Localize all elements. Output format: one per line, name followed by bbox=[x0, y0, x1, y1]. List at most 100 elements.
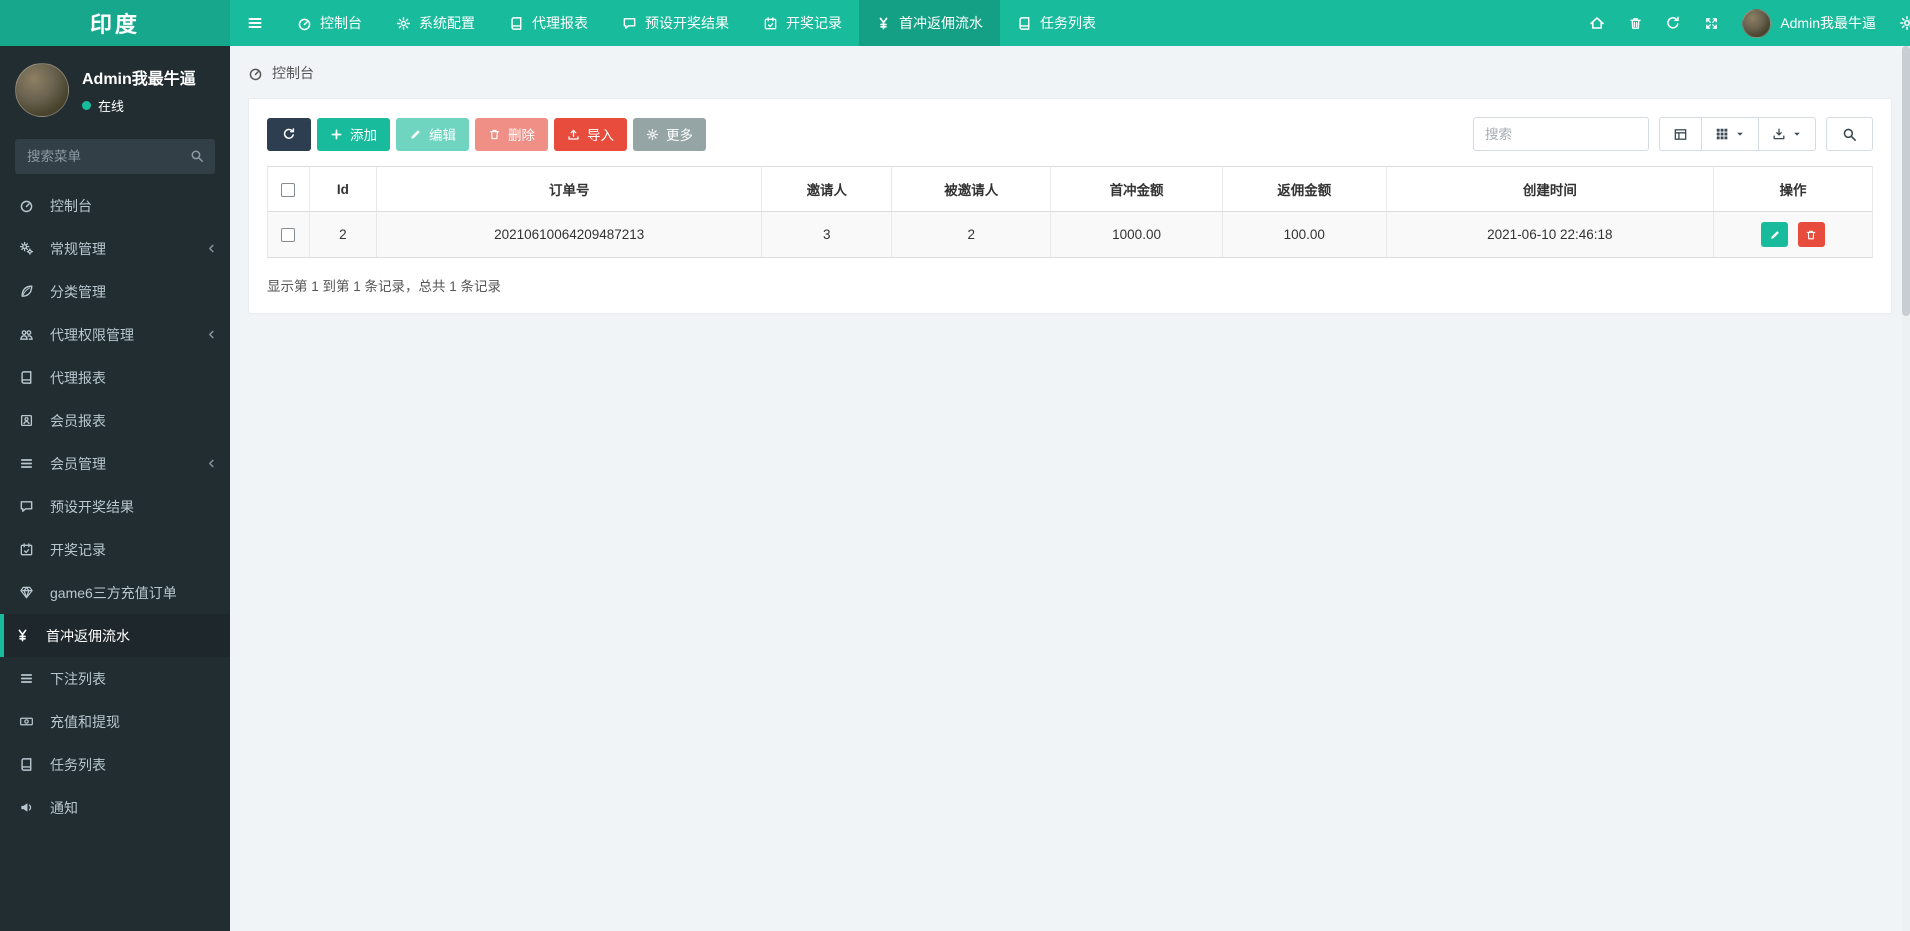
yen-icon bbox=[15, 628, 46, 643]
topnav-tab-task-list[interactable]: 任务列表 bbox=[1000, 0, 1113, 46]
sidebar-item-bet-list[interactable]: 下注列表 bbox=[0, 657, 230, 700]
gauge-icon bbox=[19, 198, 50, 213]
sidebar: Admin我最牛逼 在线 控制台 常规管理 分类管理 代理权限管理 bbox=[0, 46, 230, 931]
topnav-tab-agent-report[interactable]: 代理报表 bbox=[492, 0, 605, 46]
yen-icon bbox=[876, 16, 891, 31]
cell-created-at: 2021-06-10 22:46:18 bbox=[1385, 211, 1715, 258]
data-table: Id 订单号 邀请人 被邀请人 首冲金额 返佣金额 创建时间 操作 2 2021… bbox=[267, 166, 1873, 258]
table-search-input[interactable] bbox=[1473, 117, 1649, 151]
column-header-order-no[interactable]: 订单号 bbox=[376, 166, 763, 212]
sidebar-item-agent-permission-mgmt[interactable]: 代理权限管理 bbox=[0, 313, 230, 356]
row-delete-button[interactable] bbox=[1797, 222, 1825, 247]
import-button[interactable]: 导入 bbox=[554, 117, 627, 151]
main-content: 控制台 添加 编辑 删除 导入 更多 搜索 Id 订单号 邀请人 被邀请人 首冲… bbox=[230, 46, 1910, 931]
sidebar-item-member-mgmt[interactable]: 会员管理 bbox=[0, 442, 230, 485]
list-icon bbox=[19, 671, 50, 686]
column-header-commission-amount[interactable]: 返佣金额 bbox=[1221, 166, 1387, 212]
scrollbar-thumb[interactable] bbox=[1902, 46, 1910, 316]
column-header-inviter[interactable]: 邀请人 bbox=[761, 166, 893, 212]
column-header-actions: 操作 bbox=[1713, 166, 1873, 212]
sidebar-item-recharge-withdraw[interactable]: 充值和提现 bbox=[0, 700, 230, 743]
trash-icon[interactable] bbox=[1616, 0, 1654, 46]
online-status: 在线 bbox=[82, 96, 196, 115]
sidebar-toggle-button[interactable] bbox=[230, 0, 280, 46]
columns-button[interactable] bbox=[1701, 117, 1759, 151]
app-logo[interactable]: 印度 bbox=[0, 0, 230, 46]
sidebar-item-first-charge-rebate[interactable]: 首冲返佣流水 bbox=[0, 614, 230, 657]
home-icon[interactable] bbox=[1578, 0, 1616, 46]
status-dot-icon bbox=[82, 101, 91, 110]
column-header-id[interactable]: Id bbox=[308, 166, 378, 212]
table-toolbar: 添加 编辑 删除 导入 更多 bbox=[267, 117, 1873, 151]
avatar bbox=[15, 63, 69, 117]
cell-id: 2 bbox=[308, 211, 378, 258]
add-button[interactable]: 添加 bbox=[317, 117, 390, 151]
select-all-checkbox[interactable] bbox=[281, 182, 296, 197]
sidebar-item-category-mgmt[interactable]: 分类管理 bbox=[0, 270, 230, 313]
cell-invitee: 2 bbox=[891, 211, 1052, 258]
topnav-tab-preset-results[interactable]: 预设开奖结果 bbox=[605, 0, 746, 46]
topnav-tab-lottery-records[interactable]: 开奖记录 bbox=[746, 0, 859, 46]
topnav-tab-dashboard[interactable]: 控制台 bbox=[280, 0, 379, 46]
sidebar-item-game6-recharge-orders[interactable]: game6三方充值订单 bbox=[0, 571, 230, 614]
clear-cache-icon[interactable] bbox=[1654, 0, 1692, 46]
caret-down-icon bbox=[1792, 129, 1802, 139]
search-icon bbox=[1842, 127, 1857, 142]
gear-icon[interactable] bbox=[1888, 0, 1910, 46]
topbar: 印度 控制台 系统配置 代理报表 预设开奖结果 开奖记录 首冲返佣流水 任务列表… bbox=[0, 0, 1910, 46]
calendar-check-icon bbox=[763, 16, 778, 31]
user-menu[interactable]: Admin我最牛逼 bbox=[1730, 8, 1888, 38]
grid-icon bbox=[1715, 127, 1729, 141]
gears-icon bbox=[19, 241, 50, 256]
fullscreen-icon[interactable] bbox=[1692, 0, 1730, 46]
column-header-first-charge-amount[interactable]: 首冲金额 bbox=[1050, 166, 1223, 212]
table-row[interactable]: 2 20210610064209487213 3 2 1000.00 100.0… bbox=[267, 211, 1873, 258]
column-header-created-at[interactable]: 创建时间 bbox=[1385, 166, 1715, 212]
row-edit-button[interactable] bbox=[1761, 222, 1789, 247]
sidebar-item-task-list[interactable]: 任务列表 bbox=[0, 743, 230, 786]
breadcrumb: 控制台 bbox=[230, 46, 1910, 98]
refresh-button[interactable] bbox=[267, 117, 311, 151]
money-icon bbox=[19, 714, 50, 729]
sidebar-item-member-report[interactable]: 会员报表 bbox=[0, 399, 230, 442]
row-checkbox[interactable] bbox=[281, 228, 296, 243]
leaf-icon bbox=[19, 284, 50, 299]
edit-button[interactable]: 编辑 bbox=[396, 117, 469, 151]
sidebar-user-panel: Admin我最牛逼 在线 bbox=[0, 46, 230, 131]
table-header-row: Id 订单号 邀请人 被邀请人 首冲金额 返佣金额 创建时间 操作 bbox=[267, 166, 1873, 212]
export-button[interactable] bbox=[1758, 117, 1816, 151]
column-header-invitee[interactable]: 被邀请人 bbox=[891, 166, 1052, 212]
topnav-tab-system-config[interactable]: 系统配置 bbox=[379, 0, 492, 46]
cell-commission-amount: 100.00 bbox=[1221, 211, 1387, 258]
book-icon bbox=[19, 757, 50, 772]
content-card: 添加 编辑 删除 导入 更多 搜索 Id 订单号 邀请人 被邀请人 首冲金额 返… bbox=[248, 98, 1892, 314]
sidebar-item-lottery-records[interactable]: 开奖记录 bbox=[0, 528, 230, 571]
toggle-view-button[interactable] bbox=[1659, 117, 1702, 151]
gem-icon bbox=[19, 585, 50, 600]
more-button[interactable]: 更多 bbox=[633, 117, 706, 151]
comment-icon bbox=[19, 499, 50, 514]
scrollbar-track[interactable] bbox=[1902, 46, 1910, 931]
topbar-right: Admin我最牛逼 bbox=[1578, 0, 1910, 46]
sidebar-item-preset-results[interactable]: 预设开奖结果 bbox=[0, 485, 230, 528]
chevron-left-icon bbox=[206, 458, 217, 469]
id-card-icon bbox=[19, 413, 50, 428]
gear-icon bbox=[396, 16, 411, 31]
book-icon bbox=[509, 16, 524, 31]
top-nav: 控制台 系统配置 代理报表 预设开奖结果 开奖记录 首冲返佣流水 任务列表 bbox=[230, 0, 1113, 46]
sidebar-item-notice[interactable]: 通知 bbox=[0, 786, 230, 829]
sidebar-menu: 控制台 常规管理 分类管理 代理权限管理 代理报表 会员报表 会员管理 预设开奖… bbox=[0, 184, 230, 829]
sidebar-item-dashboard[interactable]: 控制台 bbox=[0, 184, 230, 227]
search-submit-button[interactable] bbox=[1826, 117, 1873, 151]
topnav-tab-first-charge-rebate[interactable]: 首冲返佣流水 bbox=[859, 0, 1000, 46]
sidebar-item-general-mgmt[interactable]: 常规管理 bbox=[0, 227, 230, 270]
delete-button[interactable]: 删除 bbox=[475, 117, 548, 151]
sidebar-item-agent-report[interactable]: 代理报表 bbox=[0, 356, 230, 399]
menu-search-input[interactable] bbox=[15, 139, 215, 174]
record-summary: 显示第 1 到第 1 条记录，总共 1 条记录 bbox=[267, 279, 502, 294]
sidebar-username: Admin我最牛逼 bbox=[82, 71, 196, 88]
comment-icon bbox=[622, 16, 637, 31]
view-button-group bbox=[1659, 117, 1816, 151]
cell-actions bbox=[1713, 211, 1873, 258]
gauge-icon bbox=[248, 66, 263, 81]
